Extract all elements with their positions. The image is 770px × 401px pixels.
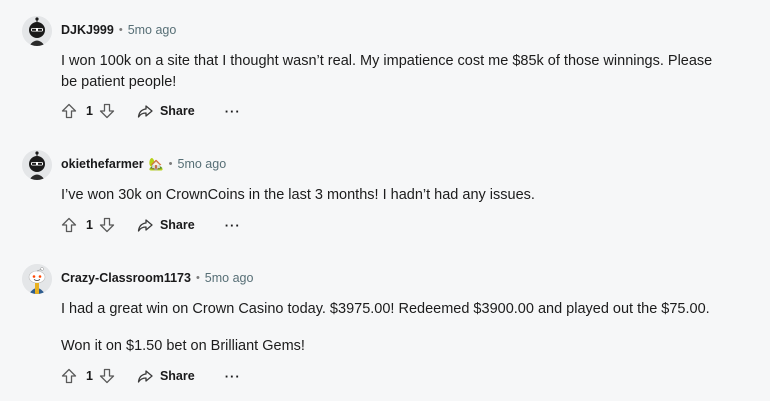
downvote-icon[interactable] (99, 217, 115, 233)
vote-count: 1 (86, 369, 93, 383)
more-options-button[interactable]: ··· (225, 369, 241, 384)
timestamp[interactable]: 5mo ago (205, 271, 254, 285)
comment-actions: 1 Share ··· (61, 100, 241, 122)
share-icon (137, 105, 153, 118)
user-flair: 🏡 (148, 157, 164, 171)
masked-avatar-icon[interactable] (22, 150, 52, 180)
comment-body: I won 100k on a site that I thought wasn… (61, 51, 731, 93)
vote-count: 1 (86, 218, 93, 232)
upvote-icon[interactable] (61, 368, 77, 384)
comment-actions: 1 Share ··· (61, 214, 241, 236)
downvote-icon[interactable] (99, 103, 115, 119)
share-label: Share (159, 104, 195, 118)
comment-paragraph: I’ve won 30k on CrownCoins in the last 3… (61, 187, 535, 203)
share-button[interactable]: Share (137, 103, 195, 119)
timestamp[interactable]: 5mo ago (178, 157, 227, 171)
comment-actions: 1 Share ··· (61, 365, 241, 387)
snoo-avatar-icon[interactable] (22, 264, 52, 294)
more-options-button[interactable]: ··· (225, 104, 241, 119)
share-label: Share (159, 369, 195, 383)
username[interactable]: Crazy-Classroom1173 (61, 271, 191, 285)
username[interactable]: DJKJ999 (61, 23, 114, 37)
separator: • (118, 24, 123, 36)
comment-paragraph: Won it on $1.50 bet on Brilliant Gems! (61, 338, 305, 354)
comment-meta: okiethefarmer 🏡 • 5mo ago (61, 155, 226, 173)
comment-body: I had a great win on Crown Casino today.… (61, 299, 731, 357)
more-options-button[interactable]: ··· (225, 218, 241, 233)
username[interactable]: okiethefarmer (61, 157, 144, 171)
vote-count: 1 (86, 104, 93, 118)
comment-body: I’ve won 30k on CrownCoins in the last 3… (61, 185, 731, 206)
separator: • (195, 272, 200, 284)
comment-paragraph: I won 100k on a site that I thought wasn… (61, 53, 713, 90)
masked-avatar-icon[interactable] (22, 16, 52, 46)
share-button[interactable]: Share (137, 368, 195, 384)
share-label: Share (159, 218, 195, 232)
upvote-icon[interactable] (61, 217, 77, 233)
share-icon (137, 219, 153, 232)
comment-paragraph: I had a great win on Crown Casino today.… (61, 301, 710, 317)
share-button[interactable]: Share (137, 217, 195, 233)
downvote-icon[interactable] (99, 368, 115, 384)
upvote-icon[interactable] (61, 103, 77, 119)
comment-meta: DJKJ999 • 5mo ago (61, 21, 176, 39)
separator: • (168, 158, 173, 170)
comment-meta: Crazy-Classroom1173 • 5mo ago (61, 269, 253, 287)
timestamp[interactable]: 5mo ago (128, 23, 177, 37)
share-icon (137, 370, 153, 383)
